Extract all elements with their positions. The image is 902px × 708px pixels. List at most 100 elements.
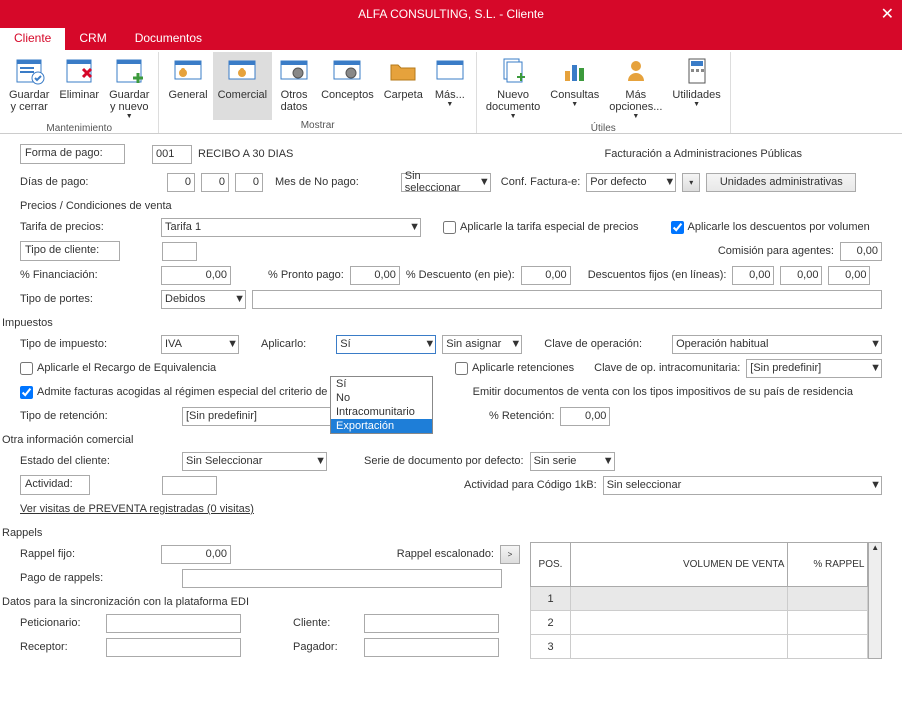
tab-crm[interactable]: CRM [65,28,120,50]
pet-input[interactable] [106,614,241,633]
serie-select[interactable]: Sin serie▼ [530,452,615,471]
table-row[interactable]: 2 [531,611,868,635]
dia3-input[interactable] [235,173,263,192]
tipo-cliente-input[interactable] [162,242,197,261]
df2-input[interactable] [780,266,822,285]
nuevo-doc-button[interactable]: Nuevo documento▼ [481,52,545,123]
comision-input[interactable] [840,242,882,261]
general-button[interactable]: General [163,52,212,120]
tarifa-select[interactable]: Tarifa 1▼ [161,218,421,237]
tipo-ret-select[interactable]: [Sin predefinir]▼ [182,407,347,426]
actividad-input[interactable] [162,476,217,495]
recargo-check[interactable]: Aplicarle el Recargo de Equivalencia [20,362,258,375]
pag-label: Pagador: [293,641,358,653]
th-vol: VOLUMEN DE VENTA [571,543,788,587]
section-impuestos: Impuestos [2,317,882,329]
carpeta-button[interactable]: Carpeta [379,52,428,120]
pronto-input[interactable] [350,266,400,285]
table-row[interactable]: 1 [531,587,868,611]
dropdown-option[interactable]: Intracomunitario [331,405,432,419]
tarifa-especial-check[interactable]: Aplicarle la tarifa especial de precios [443,221,639,234]
delete-button[interactable]: Eliminar [54,52,104,123]
mas-button[interactable]: Más...▼ [428,52,472,120]
consultas-button[interactable]: Consultas▼ [545,52,604,123]
calc-icon [681,55,713,87]
pet-label: Peticionario: [20,617,100,629]
pronto-label: % Pronto pago: [268,269,344,281]
pago-rap-input[interactable] [182,569,502,588]
serie-label: Serie de documento por defecto: [364,455,524,467]
rape-label: Rappel escalonado: [397,548,494,560]
rec-input[interactable] [106,638,241,657]
save-new-button[interactable]: Guardar y nuevo ▼ [104,52,154,123]
form-body: Forma de pago: RECIBO A 30 DIAS Facturac… [0,134,902,667]
tipo-cliente-button[interactable]: Tipo de cliente: [20,241,120,261]
df1-input[interactable] [732,266,774,285]
unidades-button[interactable]: Unidades administrativas [706,173,856,192]
utilidades-button[interactable]: Utilidades▼ [667,52,725,123]
portes-desc-input[interactable] [252,290,882,309]
dropdown-option[interactable]: No [331,391,432,405]
options-icon [620,55,652,87]
delete-icon [63,55,95,87]
dropdown-option[interactable]: Exportación [331,419,432,433]
forma-pago-button[interactable]: Forma de pago: [20,144,125,164]
mes-no-select[interactable]: Sin seleccionar▼ [401,173,491,192]
desc-vol-check[interactable]: Aplicarle los descuentos por volumen [671,221,870,234]
mas-icon [434,55,466,87]
save-close-icon [13,55,45,87]
clave-intra-label: Clave de op. intracomunitaria: [594,362,740,374]
conf-e-more-button[interactable]: ▾ [682,173,700,192]
close-icon[interactable]: ✕ [881,4,894,24]
conceptos-icon [331,55,363,87]
pag-input[interactable] [364,638,499,657]
save-close-button[interactable]: Guardar y cerrar [4,52,54,123]
fin-input[interactable] [161,266,231,285]
conceptos-button[interactable]: Conceptos [316,52,379,120]
tab-documentos[interactable]: Documentos [121,28,216,50]
otros-datos-button[interactable]: Otros datos [272,52,316,120]
aplicar-dest-select[interactable]: Sin asignar▼ [442,335,522,354]
pct-ret-input[interactable] [560,407,610,426]
act1kb-select[interactable]: Sin seleccionar▼ [603,476,882,495]
tipo-ret-label: Tipo de retención: [20,410,155,422]
visitas-link[interactable]: Ver visitas de PREVENTA registradas (0 v… [20,503,254,515]
conf-e-select[interactable]: Por defecto▼ [586,173,676,192]
rapf-label: Rappel fijo: [20,548,155,560]
comercial-button[interactable]: Comercial [213,52,273,120]
tab-cliente[interactable]: Cliente [0,28,65,50]
actividad-button[interactable]: Actividad: [20,475,90,495]
cli-input[interactable] [364,614,499,633]
descpie-input[interactable] [521,266,571,285]
general-icon [172,55,204,87]
mes-no-label: Mes de No pago: [275,176,359,188]
rec-label: Receptor: [20,641,100,653]
section-precios: Precios / Condiciones de venta [20,200,882,212]
clave-intra-select[interactable]: [Sin predefinir]▼ [746,359,882,378]
fact-admin-label: Facturación a Administraciones Públicas [605,148,802,160]
df3-input[interactable] [828,266,870,285]
tarifa-label: Tarifa de precios: [20,221,155,233]
estado-select[interactable]: Sin Seleccionar▼ [182,452,327,471]
clave-op-select[interactable]: Operación habitual▼ [672,335,882,354]
regimen-check[interactable]: Admite facturas acogidas al régimen espe… [20,386,351,399]
cli-label: Cliente: [293,617,358,629]
mas-opciones-button[interactable]: Más opciones...▼ [604,52,667,123]
pago-rap-label: Pago de rappels: [20,572,155,584]
rapf-input[interactable] [161,545,231,564]
dia1-input[interactable] [167,173,195,192]
forma-pago-code[interactable] [152,145,192,164]
scrollbar[interactable]: ▲ [868,542,882,659]
portes-select[interactable]: Debidos▼ [161,290,246,309]
section-rappels: Rappels [2,527,882,539]
aplicar-dropdown-open: Sí No Intracomunitario Exportación [330,376,433,434]
retenciones-check[interactable]: Aplicarle retenciones [455,362,574,375]
dropdown-option[interactable]: Sí [331,377,432,391]
rape-button[interactable]: > [500,545,520,564]
dia2-input[interactable] [201,173,229,192]
table-row[interactable]: 3 [531,635,868,659]
aplicar-select[interactable]: Sí▼ [336,335,436,354]
estado-label: Estado del cliente: [20,455,155,467]
tipo-imp-select[interactable]: IVA▼ [161,335,239,354]
forma-pago-desc: RECIBO A 30 DIAS [198,148,293,160]
